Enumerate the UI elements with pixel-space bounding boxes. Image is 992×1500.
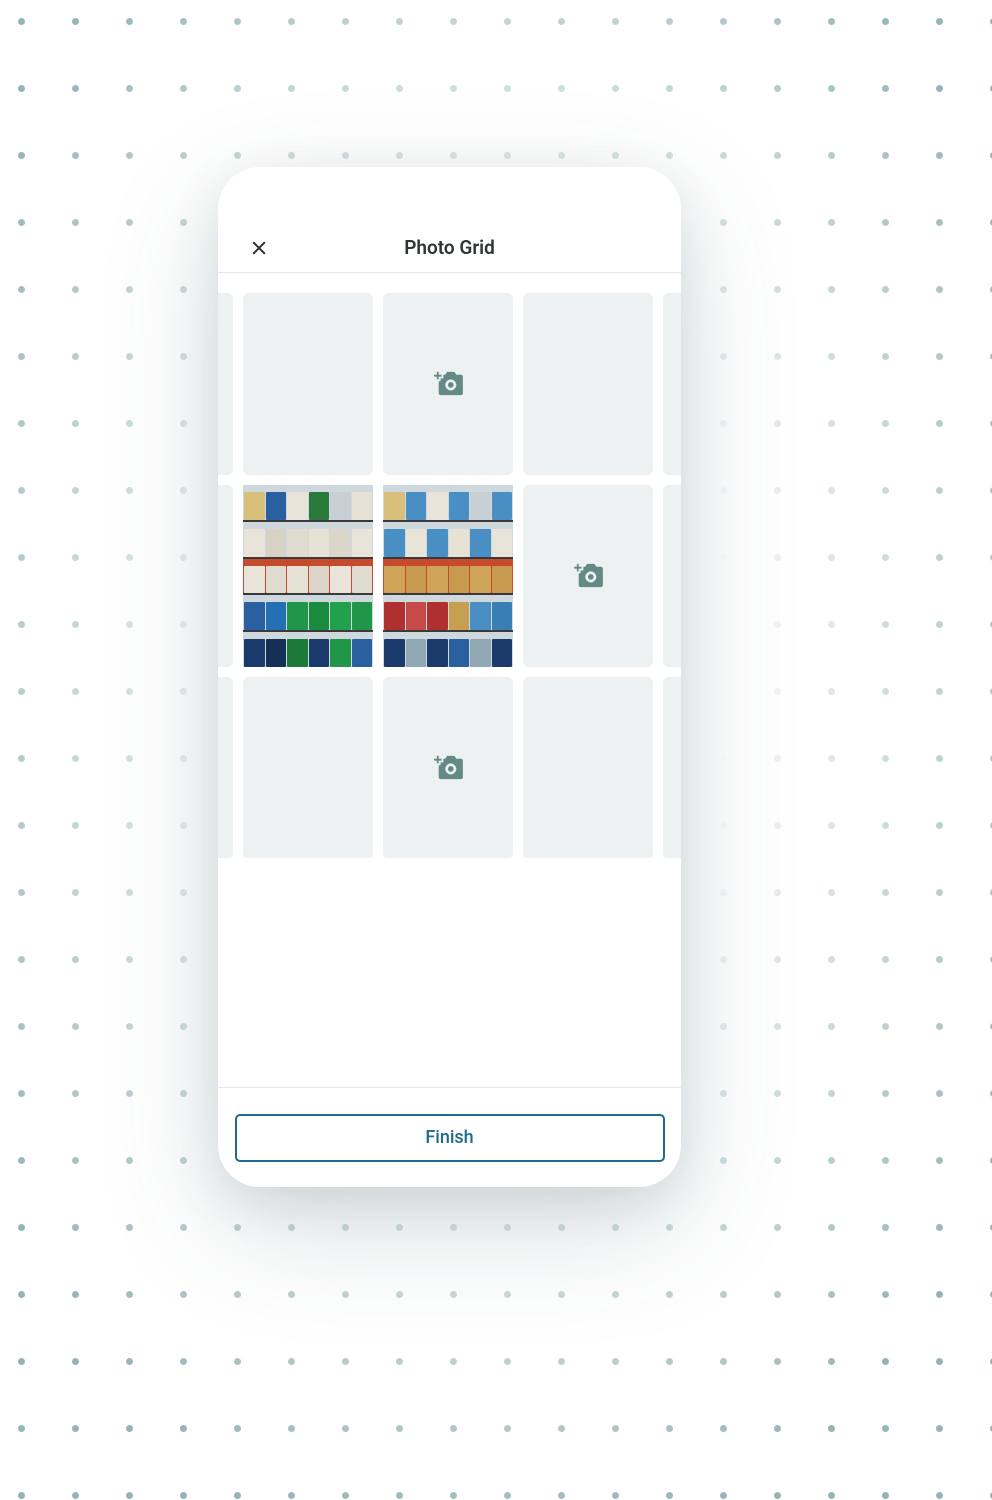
grid-tile-edge[interactable] (663, 677, 681, 858)
grid-tile-empty[interactable] (243, 677, 373, 858)
shelf-photo-thumbnail (243, 485, 373, 667)
grid-tile-empty[interactable] (523, 293, 653, 475)
phone-frame: Photo Grid (218, 167, 681, 1187)
grid-tile-add[interactable] (383, 293, 513, 475)
grid-tile-empty[interactable] (523, 677, 653, 858)
grid-tile-edge[interactable] (218, 293, 233, 475)
grid-tile-photo[interactable] (383, 485, 513, 667)
add-photo-icon (433, 371, 463, 397)
grid-row (218, 485, 566, 667)
header-bar: Photo Grid (218, 223, 681, 273)
grid-row (218, 677, 566, 858)
grid-tile-edge[interactable] (218, 485, 233, 667)
close-icon (250, 239, 268, 257)
grid-tile-photo[interactable] (243, 485, 373, 667)
add-photo-icon (433, 755, 463, 781)
grid-tile-add[interactable] (383, 677, 513, 858)
finish-button[interactable]: Finish (235, 1114, 665, 1162)
photo-grid (218, 293, 681, 858)
shelf-photo-thumbnail (383, 485, 513, 667)
grid-tile-edge[interactable] (218, 677, 233, 858)
add-photo-icon (573, 563, 603, 589)
finish-button-label: Finish (425, 1127, 473, 1148)
grid-row (218, 293, 566, 475)
grid-tile-add[interactable] (523, 485, 653, 667)
grid-tile-edge[interactable] (663, 293, 681, 475)
page-title: Photo Grid (404, 236, 495, 259)
footer-bar: Finish (218, 1087, 681, 1187)
close-button[interactable] (246, 235, 272, 261)
grid-tile-edge[interactable] (663, 485, 681, 667)
grid-tile-empty[interactable] (243, 293, 373, 475)
